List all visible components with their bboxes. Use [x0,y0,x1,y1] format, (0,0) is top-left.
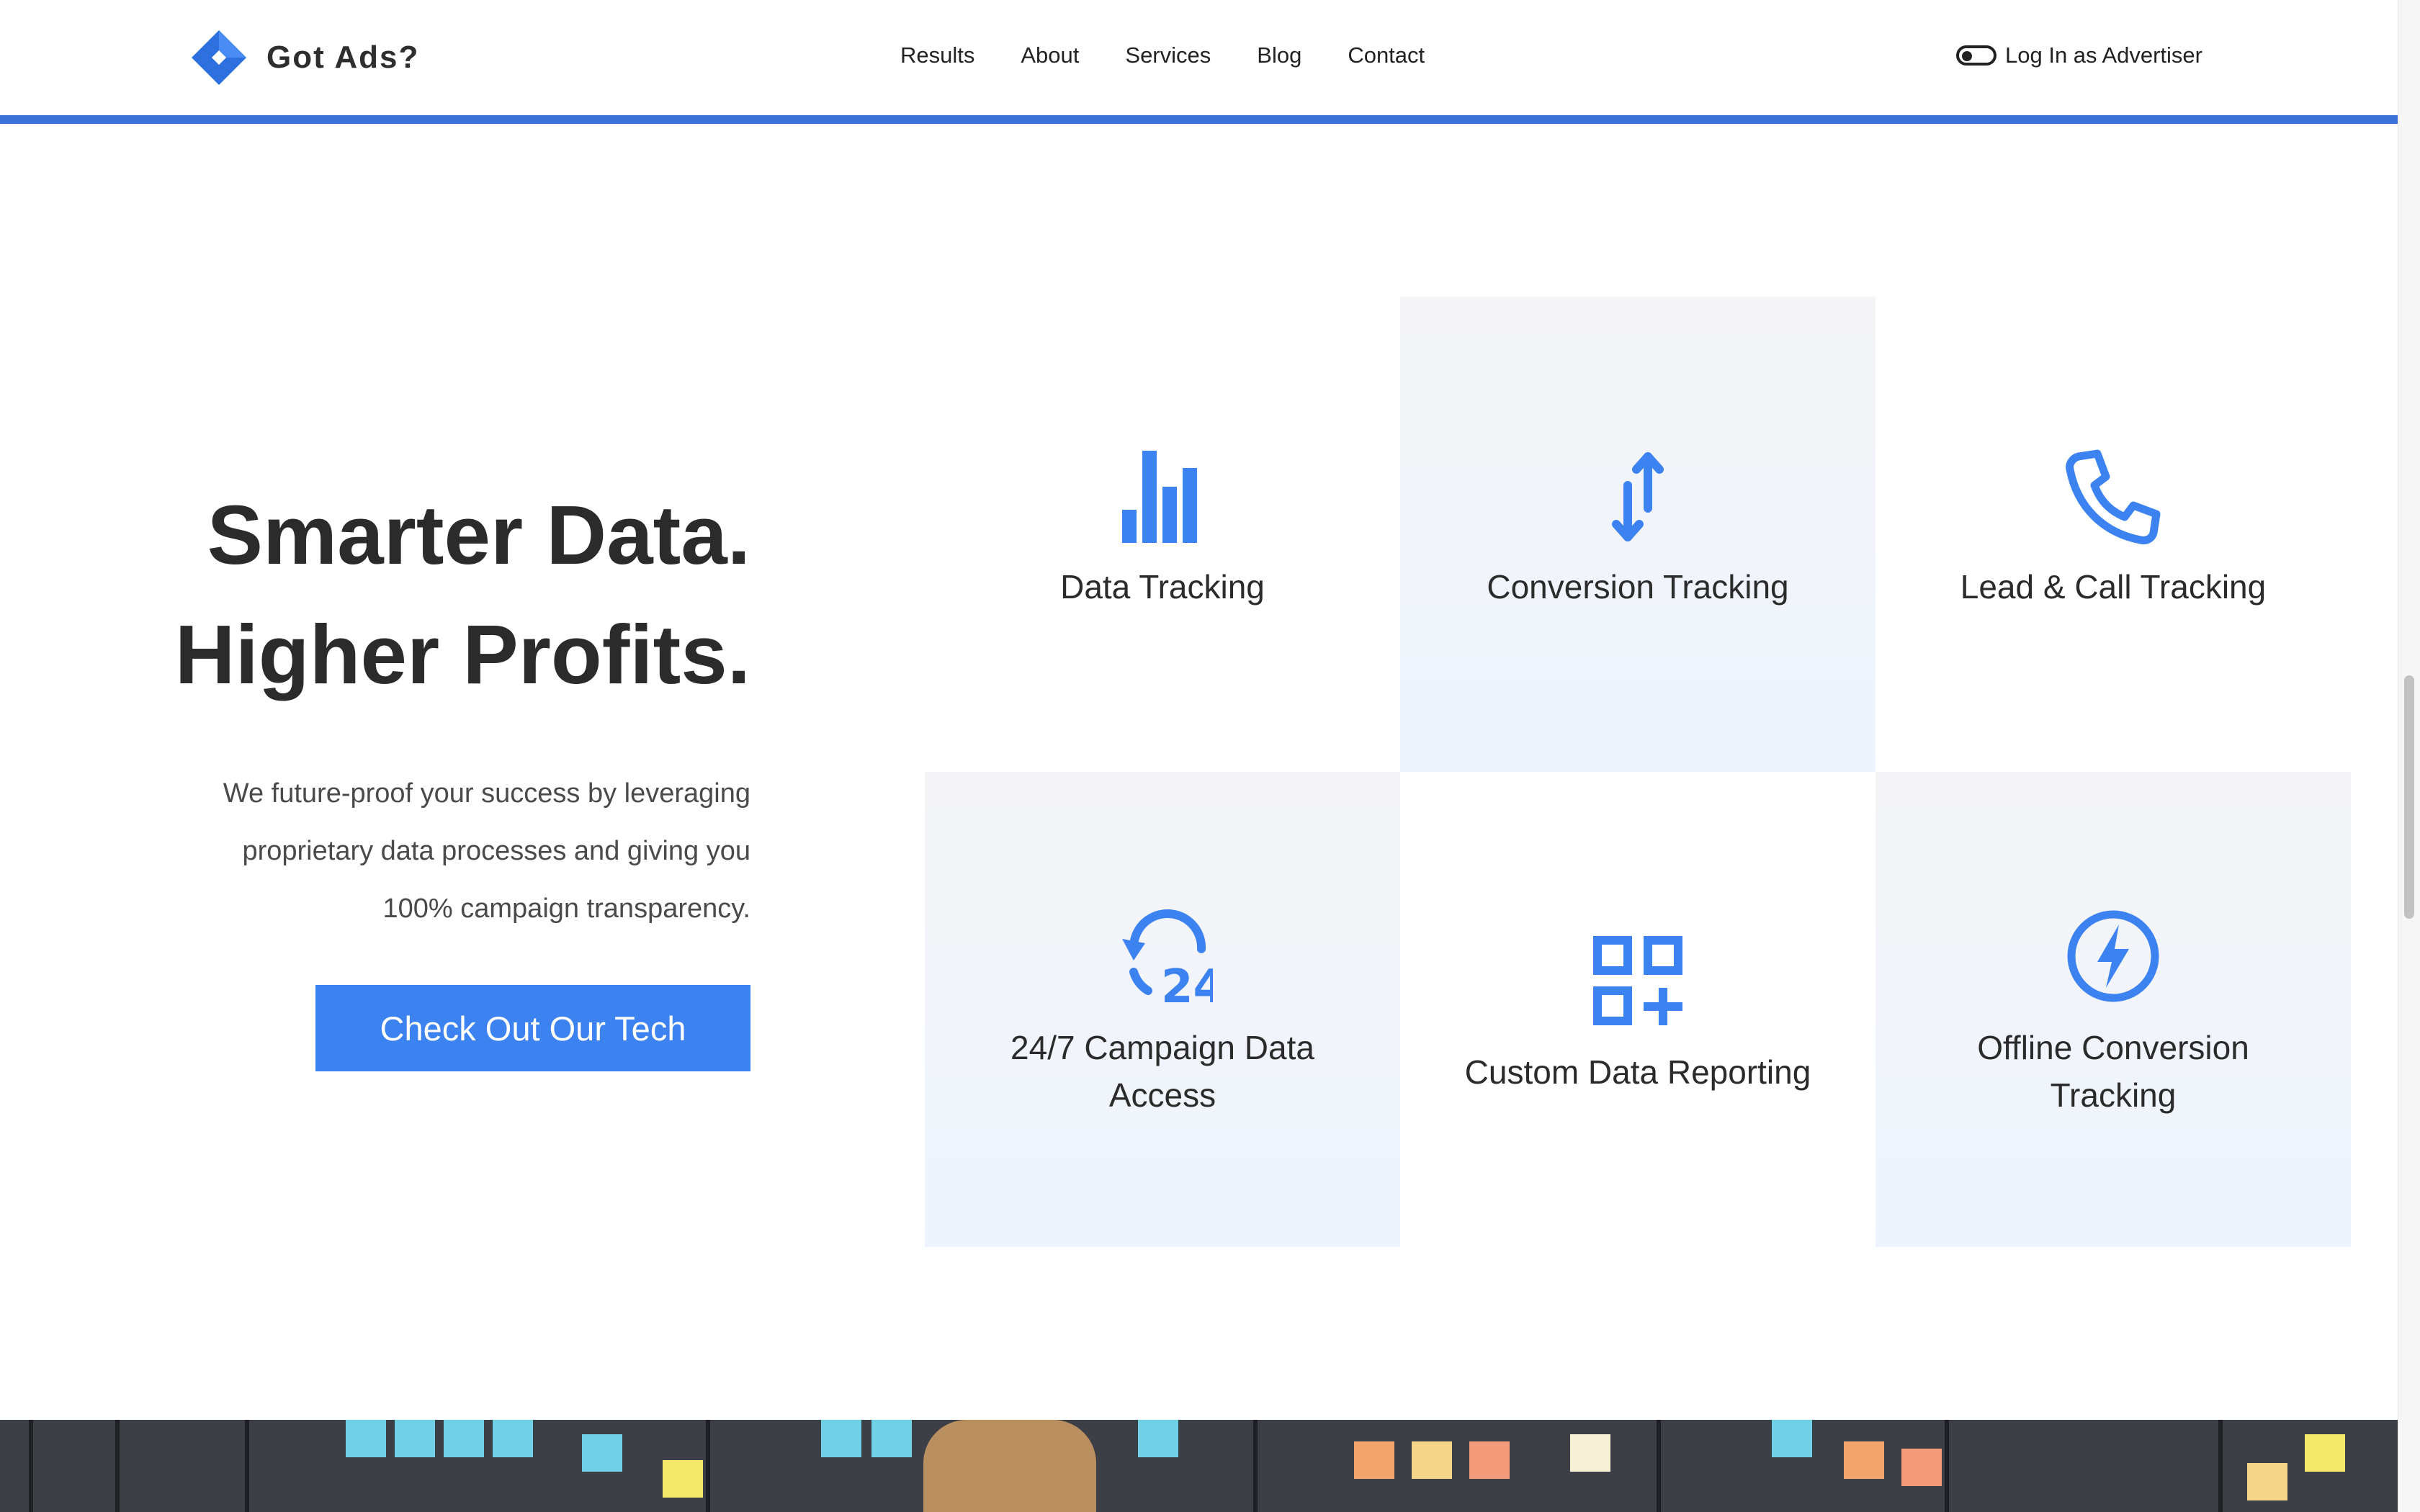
brand-logo-link[interactable]: Got Ads? [190,29,419,86]
hero-description-line-3: 100% campaign transparency. [382,894,750,924]
nav-link-contact[interactable]: Contact [1348,36,1425,75]
brand-name: Got Ads? [266,40,420,75]
nav-link-services[interactable]: Services [1125,36,1211,75]
hero-title: Smarter Data. Higher Profits. [175,475,750,714]
hero-title-line-2: Higher Profits. [174,608,750,701]
main-nav: Results About Services Blog Contact [900,36,1471,75]
feature-tile-offline-conversion: Offline Conversion Tracking [1876,772,2351,1247]
hero-description: We future-proof your success by leveragi… [203,765,750,937]
nav-underline-bar [0,115,2398,124]
feature-tile-data-tracking: Data Tracking [925,297,1400,772]
feature-label: Lead & Call Tracking [1960,568,2267,606]
feature-label: Offline Conversion Tracking [1977,1029,2249,1114]
nav-link-results[interactable]: Results [900,36,974,75]
hero-description-line-1: We future-proof your success by leveragi… [223,778,750,809]
feature-label: Data Tracking [1060,568,1265,606]
svg-text:24: 24 [1161,960,1213,1007]
feature-label: Custom Data Reporting [1464,1053,1811,1091]
swap-arrows-icon [1587,446,1688,547]
features-grid: Data Tracking Conversion Tracking Lead &… [925,297,2351,1247]
person-photo [923,1420,1096,1512]
toggle-switch-icon [1956,45,1996,66]
feature-label: 24/7 Campaign Data Access [1010,1029,1314,1114]
nav-link-blog[interactable]: Blog [1257,36,1301,75]
feature-tile-custom-reporting: Custom Data Reporting [1400,772,1876,1247]
grid-plus-icon [1587,930,1688,1031]
nav-link-about[interactable]: About [1021,36,1079,75]
scrollbar-thumb[interactable] [2404,675,2414,919]
lightning-icon [2063,906,2164,1007]
feature-label: Conversion Tracking [1487,568,1789,606]
phone-icon [2063,446,2164,547]
advertiser-login-link[interactable]: Log In as Advertiser [1956,36,2202,75]
hero-title-line-1: Smarter Data. [207,488,750,582]
team-photo-banner [0,1420,2398,1512]
login-label: Log In as Advertiser [2005,42,2202,68]
page-scrollbar[interactable] [2398,0,2420,1512]
feature-tile-lead-call-tracking: Lead & Call Tracking [1876,297,2351,772]
clock-24-icon: 24 [1112,906,1213,1007]
feature-tile-247-data-access: 24 24/7 Campaign Data Access [925,772,1400,1247]
diamond-logo-icon [192,30,246,85]
hero-description-line-2: proprietary data processes and giving yo… [242,836,750,866]
bar-chart-icon [1112,446,1213,547]
check-out-tech-button[interactable]: Check Out Our Tech [315,985,750,1071]
top-navbar: Got Ads? Results About Services Blog Con… [0,0,2398,124]
feature-tile-conversion-tracking: Conversion Tracking [1400,297,1876,772]
